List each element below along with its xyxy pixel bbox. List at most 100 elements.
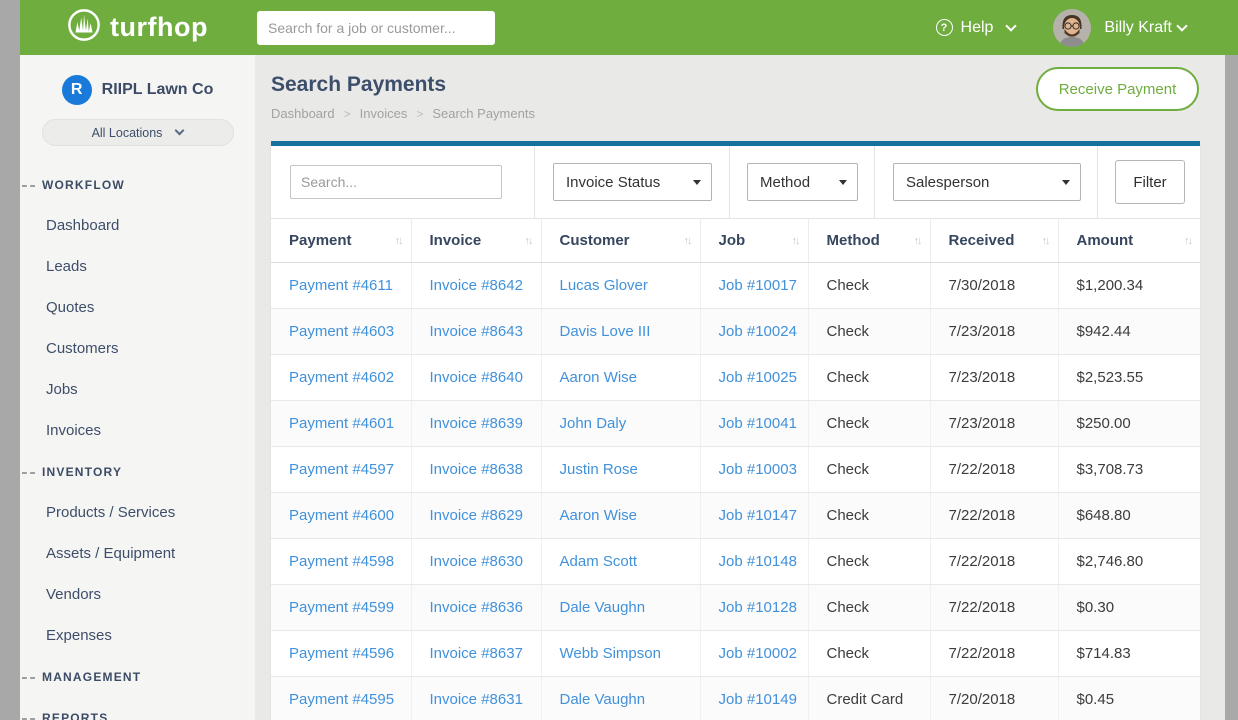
column-header-payment[interactable]: Payment↑↓ [271,219,411,263]
invoice-link[interactable]: Invoice #8637 [430,645,523,662]
invoice-link[interactable]: Invoice #8636 [430,599,523,616]
payment-link[interactable]: Payment #4601 [289,415,394,432]
column-header-amount[interactable]: Amount↑↓ [1058,219,1200,263]
sidebar-item-jobs[interactable]: Jobs [20,369,255,410]
received-cell: 7/23/2018 [949,415,1016,432]
sidebar-item-dashboard[interactable]: Dashboard [20,205,255,246]
invoice-link[interactable]: Invoice #8643 [430,323,523,340]
payment-link[interactable]: Payment #4598 [289,553,394,570]
dashes-icon [22,185,35,187]
payment-link[interactable]: Payment #4597 [289,461,394,478]
sort-icon[interactable]: ↑↓ [1042,235,1049,247]
column-header-job[interactable]: Job↑↓ [700,219,808,263]
location-selector[interactable]: All Locations [42,119,234,146]
payment-link[interactable]: Payment #4599 [289,599,394,616]
job-link[interactable]: Job #10017 [719,277,797,294]
sort-icon[interactable]: ↑↓ [914,235,921,247]
sort-icon[interactable]: ↑↓ [395,235,402,247]
invoice-link[interactable]: Invoice #8631 [430,691,523,708]
customer-link[interactable]: Aaron Wise [560,507,638,524]
sort-icon[interactable]: ↑↓ [792,235,799,247]
user-menu[interactable]: Billy Kraft [1104,19,1186,37]
column-header-invoice[interactable]: Invoice↑↓ [411,219,541,263]
column-header-method[interactable]: Method↑↓ [808,219,930,263]
sidebar-item-customers[interactable]: Customers [20,328,255,369]
breadcrumb-invoices[interactable]: Invoices [360,106,408,121]
customer-link[interactable]: Davis Love III [560,323,651,340]
payments-card: Invoice Status Method Salesperson Filter [271,141,1200,720]
company-selector[interactable]: R RIIPL Lawn Co [20,55,255,105]
header-right: ? Help Billy Kraft [936,9,1238,47]
help-label: Help [961,19,994,37]
job-link[interactable]: Job #10041 [719,415,797,432]
invoice-link[interactable]: Invoice #8638 [430,461,523,478]
column-header-customer[interactable]: Customer↑↓ [541,219,700,263]
payment-link[interactable]: Payment #4595 [289,691,394,708]
invoice-status-select[interactable]: Invoice Status [553,163,712,201]
sidebar-item-invoices[interactable]: Invoices [20,410,255,451]
job-link[interactable]: Job #10025 [719,369,797,386]
dashes-icon [22,677,35,679]
column-header-received[interactable]: Received↑↓ [930,219,1058,263]
sort-icon[interactable]: ↑↓ [1184,235,1191,247]
received-cell: 7/23/2018 [949,369,1016,386]
global-search-input[interactable] [257,11,495,45]
payment-link[interactable]: Payment #4611 [289,277,393,294]
customer-link[interactable]: Dale Vaughn [560,691,646,708]
receive-payment-button[interactable]: Receive Payment [1036,67,1199,111]
received-cell: 7/30/2018 [949,277,1016,294]
job-link[interactable]: Job #10002 [719,645,797,662]
received-cell: 7/22/2018 [949,645,1016,662]
sidebar-item-quotes[interactable]: Quotes [20,287,255,328]
table-row: Payment #4598 Invoice #8630 Adam Scott J… [271,539,1200,585]
customer-link[interactable]: Webb Simpson [560,645,661,662]
sidebar-item-leads[interactable]: Leads [20,246,255,287]
sidebar-item-assets-equipment[interactable]: Assets / Equipment [20,533,255,574]
method-cell: Check [827,323,870,340]
payment-link[interactable]: Payment #4600 [289,507,394,524]
payments-search-input[interactable] [290,165,502,199]
job-link[interactable]: Job #10128 [719,599,797,616]
received-cell: 7/22/2018 [949,599,1016,616]
help-menu[interactable]: ? Help [936,19,1016,37]
user-avatar[interactable] [1053,9,1091,47]
invoice-link[interactable]: Invoice #8642 [430,277,523,294]
job-link[interactable]: Job #10149 [719,691,797,708]
invoice-link[interactable]: Invoice #8630 [430,553,523,570]
invoice-link[interactable]: Invoice #8629 [430,507,523,524]
table-row: Payment #4603 Invoice #8643 Davis Love I… [271,309,1200,355]
customer-link[interactable]: Aaron Wise [560,369,638,386]
customer-link[interactable]: Justin Rose [560,461,638,478]
invoice-link[interactable]: Invoice #8640 [430,369,523,386]
sidebar-item-products-services[interactable]: Products / Services [20,492,255,533]
job-link[interactable]: Job #10024 [719,323,797,340]
customer-link[interactable]: John Daly [560,415,627,432]
sort-icon[interactable]: ↑↓ [684,235,691,247]
filter-invoice-status-group: Invoice Status [535,146,730,218]
sidebar-item-vendors[interactable]: Vendors [20,574,255,615]
job-link[interactable]: Job #10148 [719,553,797,570]
customer-link[interactable]: Adam Scott [560,553,638,570]
company-logo-badge: R [62,75,92,105]
payment-link[interactable]: Payment #4602 [289,369,394,386]
customer-link[interactable]: Dale Vaughn [560,599,646,616]
payment-link[interactable]: Payment #4596 [289,645,394,662]
sidebar-item-expenses[interactable]: Expenses [20,615,255,656]
invoice-link[interactable]: Invoice #8639 [430,415,523,432]
page-scrollbar[interactable] [1225,55,1238,720]
filter-button[interactable]: Filter [1115,160,1185,204]
sort-icon[interactable]: ↑↓ [525,235,532,247]
table-body: Payment #4611 Invoice #8642 Lucas Glover… [271,263,1200,720]
top-bar: turfhop ? Help Billy Kraft [20,0,1238,55]
table-row: Payment #4599 Invoice #8636 Dale Vaughn … [271,585,1200,631]
customer-link[interactable]: Lucas Glover [560,277,648,294]
method-select[interactable]: Method [747,163,858,201]
salesperson-select[interactable]: Salesperson [893,163,1081,201]
breadcrumb-dashboard[interactable]: Dashboard [271,106,335,121]
chevron-down-icon [1176,20,1187,31]
job-link[interactable]: Job #10003 [719,461,797,478]
brand-logo[interactable]: turfhop [20,8,255,47]
job-link[interactable]: Job #10147 [719,507,797,524]
payment-link[interactable]: Payment #4603 [289,323,394,340]
method-cell: Check [827,415,870,432]
